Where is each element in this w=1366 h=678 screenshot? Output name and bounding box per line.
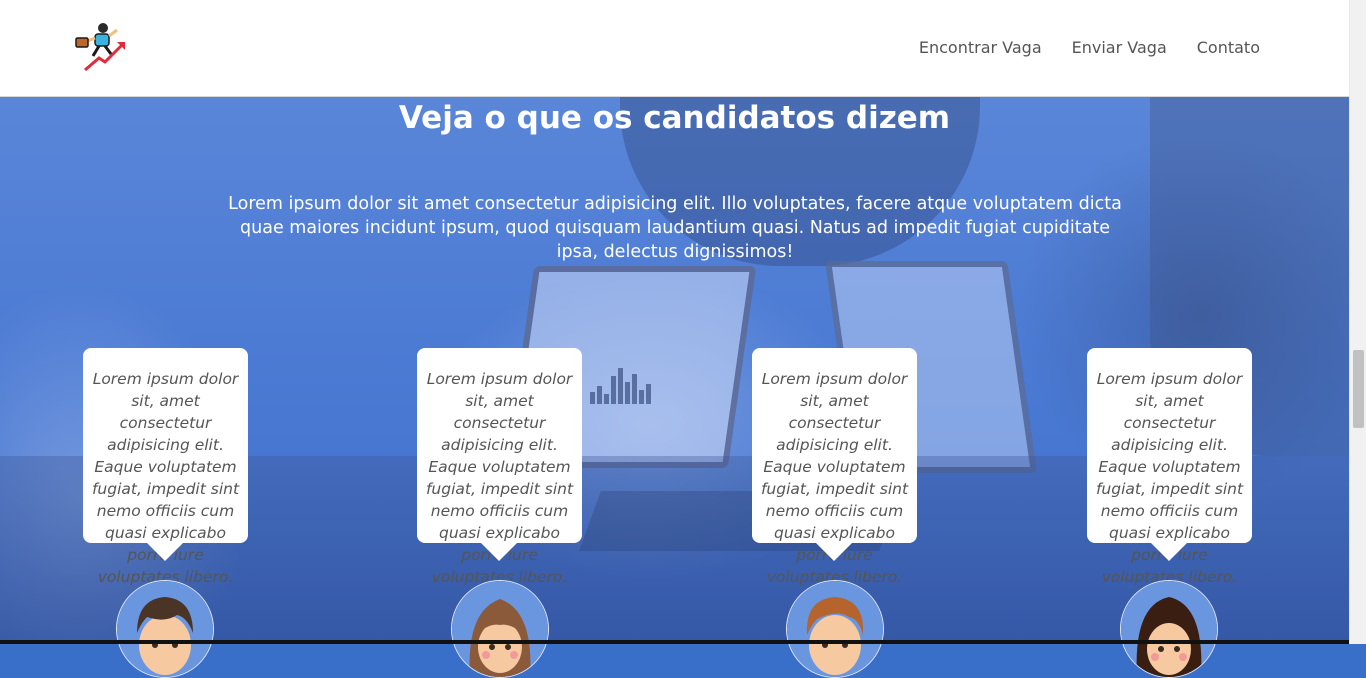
scrollbar-thumb[interactable] xyxy=(1353,350,1364,428)
section-title: Veja o que os candidatos dizem xyxy=(398,100,951,136)
testimonial-card: Lorem ipsum dolor sit, amet consectetur … xyxy=(417,348,582,586)
main-nav: Encontrar Vaga Enviar Vaga Contato xyxy=(919,38,1260,57)
testimonial-card: Lorem ipsum dolor sit, amet consectetur … xyxy=(752,348,917,586)
testimonial-card: Lorem ipsum dolor sit, amet consectetur … xyxy=(83,348,248,586)
male-avatar-icon xyxy=(786,580,884,678)
businessman-running-up-arrow-icon[interactable] xyxy=(73,20,129,76)
section-intro: Lorem ipsum dolor sit amet consectetur a… xyxy=(228,194,1122,262)
nav-encontrar-vaga[interactable]: Encontrar Vaga xyxy=(919,38,1042,57)
nav-contato[interactable]: Contato xyxy=(1197,38,1260,57)
site-header: Encontrar Vaga Enviar Vaga Contato xyxy=(0,0,1349,97)
nav-enviar-vaga[interactable]: Enviar Vaga xyxy=(1072,38,1167,57)
female-avatar-icon xyxy=(1120,580,1218,678)
female-avatar-icon xyxy=(451,580,549,678)
vertical-scrollbar[interactable] xyxy=(1349,0,1366,644)
page-bottom-edge xyxy=(0,640,1349,644)
testimonial-card: Lorem ipsum dolor sit, amet consectetur … xyxy=(1087,348,1252,586)
male-avatar-icon xyxy=(116,580,214,678)
